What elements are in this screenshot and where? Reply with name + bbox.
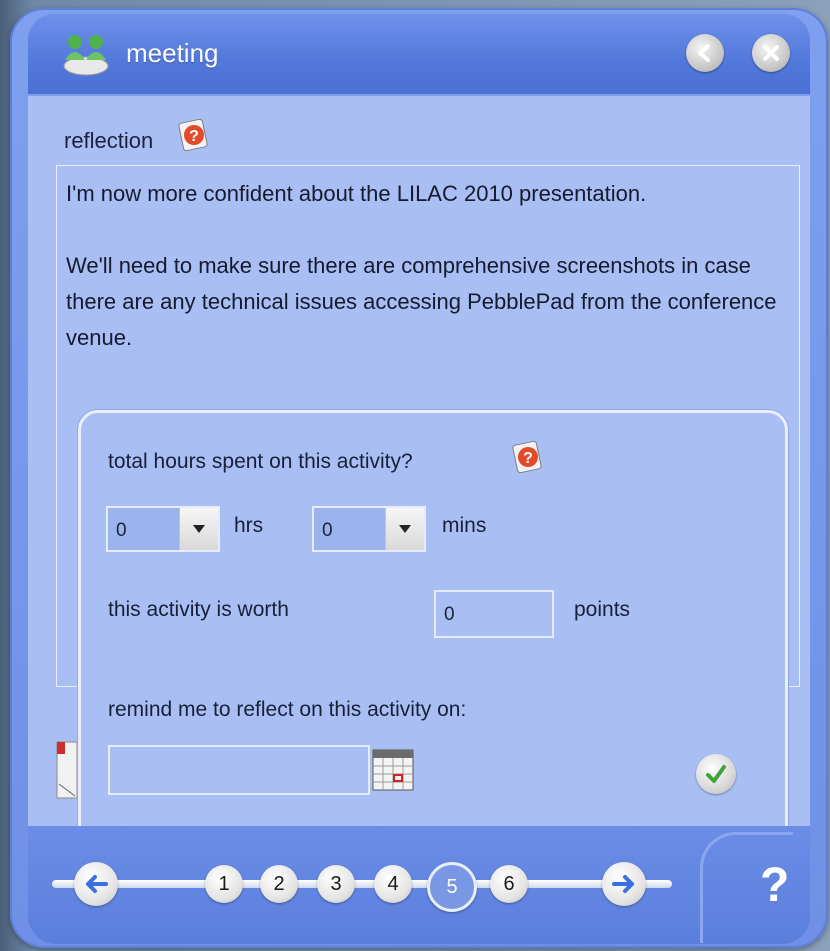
next-page-button[interactable] — [602, 862, 646, 906]
total-hours-label: total hours spent on this activity? — [108, 450, 413, 473]
window-title: meeting — [126, 38, 219, 68]
remind-date-input[interactable] — [108, 745, 370, 795]
reflection-label: reflection — [64, 128, 154, 153]
worth-label: this activity is worth — [108, 598, 289, 621]
back-icon — [698, 44, 710, 62]
svg-text:?: ? — [523, 450, 533, 467]
points-value: 0 — [444, 604, 455, 625]
side-document-icon — [56, 740, 78, 800]
total-hours-help-icon[interactable]: ? — [510, 440, 544, 474]
page-button-2[interactable]: 2 — [260, 865, 298, 903]
back-button[interactable] — [686, 34, 724, 72]
page-button-1[interactable]: 1 — [205, 865, 243, 903]
chevron-down-icon[interactable] — [385, 508, 424, 550]
prev-arrow-icon — [86, 875, 108, 893]
points-input[interactable]: 0 — [434, 590, 554, 638]
minutes-select[interactable]: 0 — [312, 506, 426, 552]
calendar-icon — [372, 749, 414, 791]
remind-label: remind me to reflect on this activity on… — [108, 698, 467, 721]
svg-text:?: ? — [189, 128, 199, 145]
pagination-track — [52, 880, 672, 888]
minutes-unit-label: mins — [442, 514, 487, 537]
points-unit-label: points — [574, 598, 631, 621]
chevron-down-icon[interactable] — [179, 508, 218, 550]
close-icon — [763, 45, 779, 61]
help-button[interactable]: ? — [760, 858, 789, 913]
close-button[interactable] — [752, 34, 790, 72]
confirm-icon — [706, 765, 726, 783]
calendar-button[interactable] — [370, 747, 416, 793]
confirm-button[interactable] — [696, 754, 736, 794]
minutes-value: 0 — [322, 520, 333, 541]
users-icon — [58, 30, 114, 80]
page-button-5[interactable]: 5 — [427, 862, 477, 912]
page-button-4[interactable]: 4 — [374, 865, 412, 903]
next-arrow-icon — [612, 875, 634, 893]
hours-select[interactable]: 0 — [106, 506, 220, 552]
page-button-3[interactable]: 3 — [317, 865, 355, 903]
reflection-text: I'm now more confident about the LILAC 2… — [66, 181, 777, 350]
hours-unit-label: hrs — [234, 514, 264, 537]
page-button-6[interactable]: 6 — [490, 865, 528, 903]
hours-value: 0 — [116, 520, 127, 541]
prev-page-button[interactable] — [74, 862, 118, 906]
reflection-help-icon[interactable]: ? — [176, 118, 210, 152]
